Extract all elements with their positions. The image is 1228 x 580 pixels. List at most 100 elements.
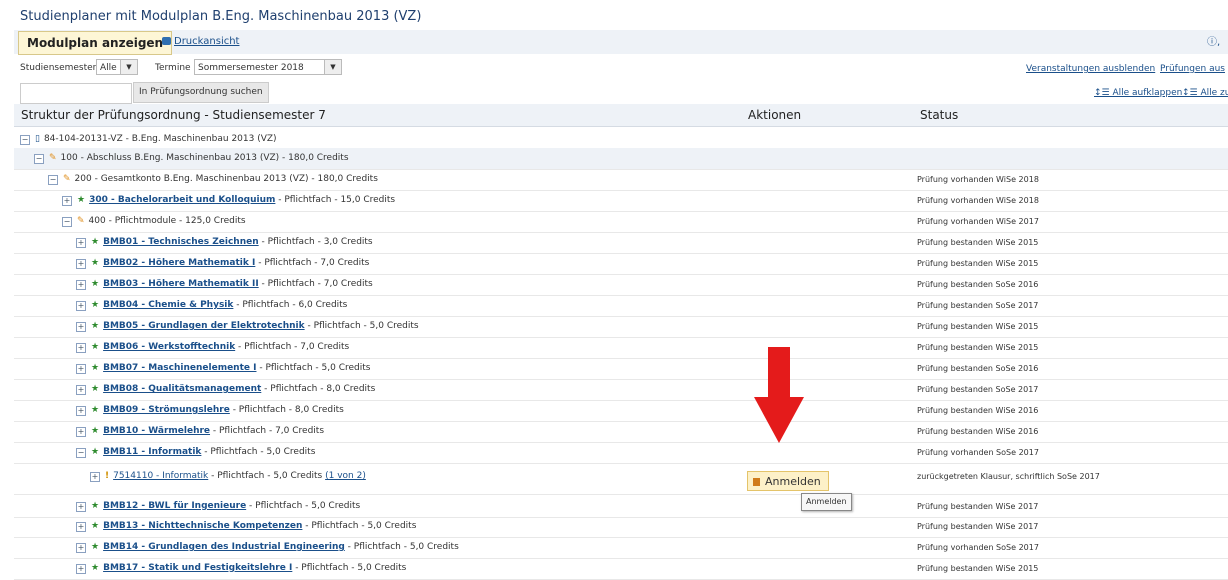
table-row: + ★ BMB08 - Qualitätsmanagement - Pflichtf… [14, 379, 1228, 401]
tree-node: + ★ BMB06 - Werkstofftechnik - Pflichtfach… [76, 337, 349, 358]
expand-icon[interactable]: + [76, 301, 86, 311]
tree-node: + ★ BMB14 - Grundlagen des Industrial Engi… [76, 537, 459, 558]
status-text: Prüfung bestanden WiSe 2017 [917, 502, 1039, 511]
status-text: Prüfung vorhanden WiSe 2018 [917, 175, 1039, 184]
tree-node: − ★ BMB11 - Informatik - Pflichtfach - 5,0… [76, 442, 315, 463]
table-row: + ★ BMB06 - Werkstofftechnik - Pflichtfach… [14, 337, 1228, 359]
search-input[interactable] [20, 83, 132, 104]
druckansicht-link[interactable]: Druckansicht [162, 36, 239, 47]
table-row: − ✎ 400 - Pflichtmodule - 125,0 Credits Prü… [14, 211, 1228, 233]
node-label: - Pflichtfach - 8,0 Credits [261, 384, 376, 394]
expand-icon[interactable]: + [76, 280, 86, 290]
column-header-actions: Aktionen [748, 108, 802, 122]
termine-select[interactable]: Sommersemester 2018 ▼ [194, 59, 342, 75]
table-row: + ★ BMB01 - Technisches Zeichnen - Pflicht… [14, 232, 1228, 254]
node-label: - Pflichtfach - 5,0 Credits [344, 542, 459, 552]
status-text: Prüfung bestanden WiSe 2015 [917, 564, 1039, 573]
module-link[interactable]: BMB17 - Statik und Festigkeitslehre I [103, 563, 292, 573]
node-label: - Pflichtfach - 7,0 Credits [255, 258, 370, 268]
module-link[interactable]: 7514110 - Informatik [113, 471, 208, 481]
expand-icon[interactable]: + [76, 322, 86, 332]
collapse-icon[interactable]: − [48, 175, 58, 185]
tree-node: + ★ BMB05 - Grundlagen der Elektrotechnik … [76, 316, 419, 337]
tag-icon: ✎ [63, 174, 71, 184]
collapse-icon[interactable]: − [34, 154, 44, 164]
module-link[interactable]: BMB02 - Höhere Mathematik I [103, 258, 255, 268]
star-icon: ★ [91, 342, 100, 352]
info-icon[interactable]: ⓘ, [1207, 33, 1220, 48]
studiensemester-select[interactable]: Alle ▼ [96, 59, 138, 75]
expand-icon[interactable]: + [76, 427, 86, 437]
expand-icon[interactable]: + [76, 543, 86, 553]
module-link[interactable]: BMB03 - Höhere Mathematik II [103, 279, 259, 289]
table-row: + ★ BMB03 - Höhere Mathematik II - Pflicht… [14, 274, 1228, 296]
expand-icon[interactable]: + [76, 259, 86, 269]
anmelden-button[interactable]: Anmelden [747, 471, 829, 491]
expand-icon[interactable]: + [76, 343, 86, 353]
chevron-down-icon: ▼ [120, 60, 137, 74]
expand-icon[interactable]: + [62, 196, 72, 206]
node-label: - Pflichtfach - 15,0 Credits [275, 195, 396, 205]
module-link[interactable]: BMB04 - Chemie & Physik [103, 300, 233, 310]
tree-node: + ★ BMB08 - Qualitätsmanagement - Pflichtf… [76, 379, 375, 400]
column-header-status: Status [920, 108, 959, 122]
expand-icon[interactable]: + [76, 406, 86, 416]
star-icon: ★ [91, 563, 100, 573]
module-link[interactable]: 300 - Bachelorarbeit und Kolloquium [89, 195, 275, 205]
module-link[interactable]: BMB05 - Grundlagen der Elektrotechnik [103, 321, 305, 331]
star-icon: ★ [91, 447, 100, 457]
pruefungen-ausblenden-link[interactable]: Prüfungen aus [1160, 64, 1225, 74]
tree-node: + ★ BMB12 - BWL für Ingenieure - Pflichtfa… [76, 496, 360, 517]
module-link[interactable]: BMB06 - Werkstofftechnik [103, 342, 235, 352]
table-row: + ★ BMB14 - Grundlagen des Industrial Engi… [14, 537, 1228, 559]
module-link[interactable]: BMB11 - Informatik [103, 447, 201, 457]
status-text: zurückgetreten Klausur, schriftlich SoSe… [917, 472, 1100, 481]
tree-node: − ▯ 84-104-20131-VZ - B.Eng. Maschinenbau … [20, 129, 277, 150]
status-text: Prüfung bestanden WiSe 2016 [917, 427, 1039, 436]
star-icon: ★ [91, 542, 100, 552]
status-text: Prüfung bestanden WiSe 2015 [917, 259, 1039, 268]
module-link[interactable]: BMB07 - Maschinenelemente I [103, 363, 256, 373]
module-link[interactable]: BMB14 - Grundlagen des Industrial Engine… [103, 542, 345, 552]
star-icon: ★ [91, 300, 100, 310]
expand-icon[interactable]: + [90, 472, 100, 482]
tree-node: + ★ BMB01 - Technisches Zeichnen - Pflicht… [76, 232, 373, 253]
column-header-structure: Struktur der Prüfungsordnung - Studiense… [21, 108, 326, 122]
expand-icon[interactable]: + [76, 502, 86, 512]
module-link[interactable]: BMB08 - Qualitätsmanagement [103, 384, 261, 394]
node-label: - Pflichtfach - 6,0 Credits [233, 300, 348, 310]
expand-icon[interactable]: + [76, 522, 86, 532]
expand-icon[interactable]: + [76, 238, 86, 248]
table-row: + ★ BMB07 - Maschinenelemente I - Pflichtf… [14, 358, 1228, 380]
tree-node: + ★ BMB09 - Strömungslehre - Pflichtfach -… [76, 400, 344, 421]
collapse-icon[interactable]: − [76, 448, 86, 458]
module-link[interactable]: BMB10 - Wärmelehre [103, 426, 210, 436]
node-label: - Pflichtfach - 3,0 Credits [258, 237, 373, 247]
collapse-icon[interactable]: − [20, 135, 30, 145]
module-link[interactable]: BMB12 - BWL für Ingenieure [103, 501, 246, 511]
star-icon: ★ [91, 279, 100, 289]
star-icon: ★ [91, 405, 100, 415]
search-button[interactable]: In Prüfungsordnung suchen [133, 82, 269, 103]
alle-aufklappen-link[interactable]: ↕☰ Alle aufklappen [1094, 88, 1182, 98]
attempt-link[interactable]: (1 von 2) [325, 471, 366, 481]
veranstaltungen-ausblenden-link[interactable]: Veranstaltungen ausblenden [1026, 64, 1155, 74]
expand-icon[interactable]: + [76, 564, 86, 574]
module-link[interactable]: BMB09 - Strömungslehre [103, 405, 230, 415]
expand-icon[interactable]: + [76, 385, 86, 395]
module-link[interactable]: BMB13 - Nichttechnische Kompetenzen [103, 521, 302, 531]
chevron-down-icon: ▼ [324, 60, 341, 74]
alle-zuklappen-link[interactable]: ↕☰ Alle zu [1182, 88, 1228, 98]
node-label: - Pflichtfach - 5,0 Credits [302, 521, 417, 531]
table-row: − ✎ 200 - Gesamtkonto B.Eng. Maschinenbau … [14, 169, 1228, 191]
table-row: + ★ BMB09 - Strömungslehre - Pflichtfach -… [14, 400, 1228, 422]
table-row: + ★ BMB17 - Statik und Festigkeitslehre I … [14, 558, 1228, 580]
module-link[interactable]: BMB01 - Technisches Zeichnen [103, 237, 259, 247]
tree-node: +! 7514110 - Informatik - Pflichtfach - 5… [90, 466, 366, 487]
status-text: Prüfung bestanden WiSe 2015 [917, 343, 1039, 352]
expand-icon[interactable]: + [76, 364, 86, 374]
node-label: 84-104-20131-VZ - B.Eng. Maschinenbau 20… [43, 134, 277, 144]
collapse-icon[interactable]: − [62, 217, 72, 227]
modulplan-anzeigen-button[interactable]: Modulplan anzeigen [18, 31, 173, 55]
tree-node: + ★ BMB17 - Statik und Festigkeitslehre I … [76, 558, 406, 579]
